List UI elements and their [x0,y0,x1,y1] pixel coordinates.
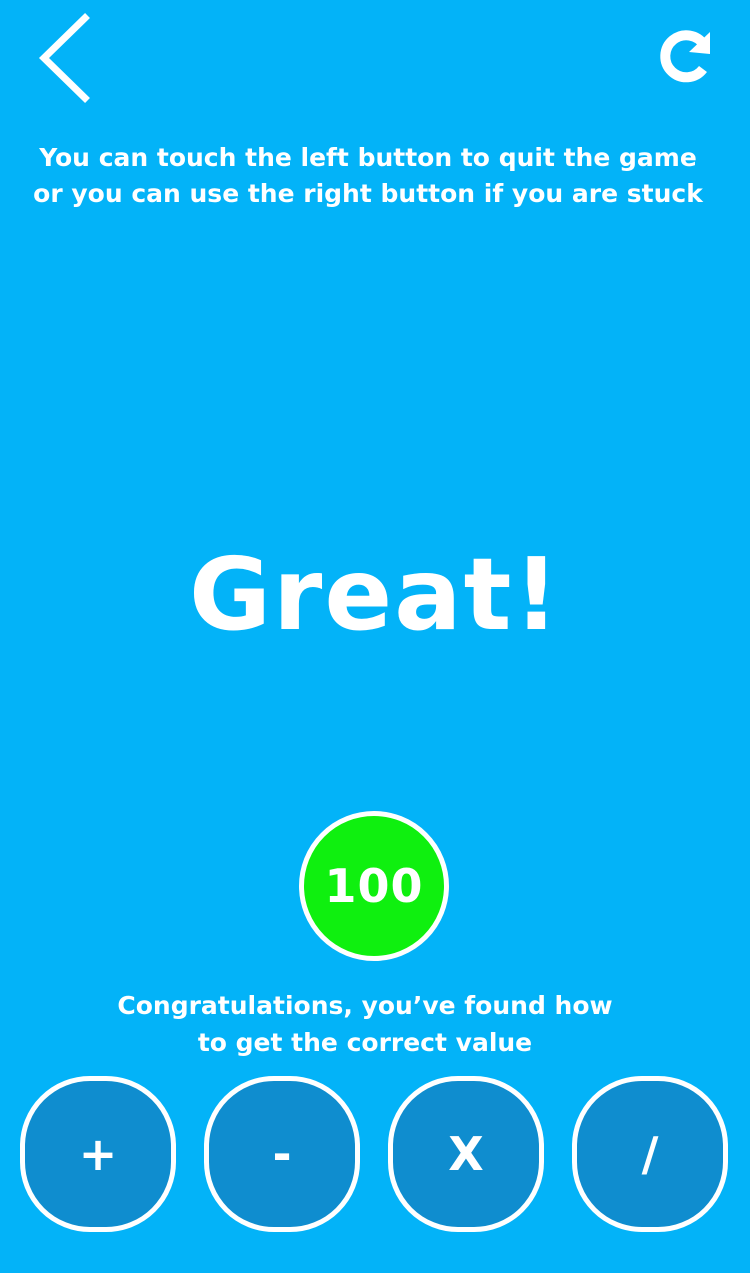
message-line-2: to get the correct value [197,1028,533,1057]
multiply-button-label: X [448,1127,484,1181]
result-headline: Great! [188,536,562,653]
instructions-line-2: or you can use the right button if you a… [33,179,703,208]
score-value: 100 [324,859,424,913]
add-button[interactable]: + [20,1076,176,1232]
subtract-button-label: - [272,1127,292,1181]
restart-button[interactable] [652,26,718,90]
divide-button[interactable]: / [572,1076,728,1232]
message-line-1: Congratulations, you’ve found how [117,991,613,1020]
divide-button-label: / [641,1127,659,1181]
chevron-left-icon [38,13,90,103]
instructions-text: You can touch the left button to quit th… [0,140,736,212]
score-badge: 100 [299,811,449,961]
multiply-button[interactable]: X [388,1076,544,1232]
subtract-button[interactable]: - [204,1076,360,1232]
instructions-line-1: You can touch the left button to quit th… [39,143,697,172]
restart-icon [660,30,710,83]
back-button[interactable] [30,12,100,104]
operator-buttons: + - X / [0,1076,750,1232]
add-button-label: + [78,1127,118,1181]
congratulations-message: Congratulations, you’ve found how to get… [0,987,730,1061]
